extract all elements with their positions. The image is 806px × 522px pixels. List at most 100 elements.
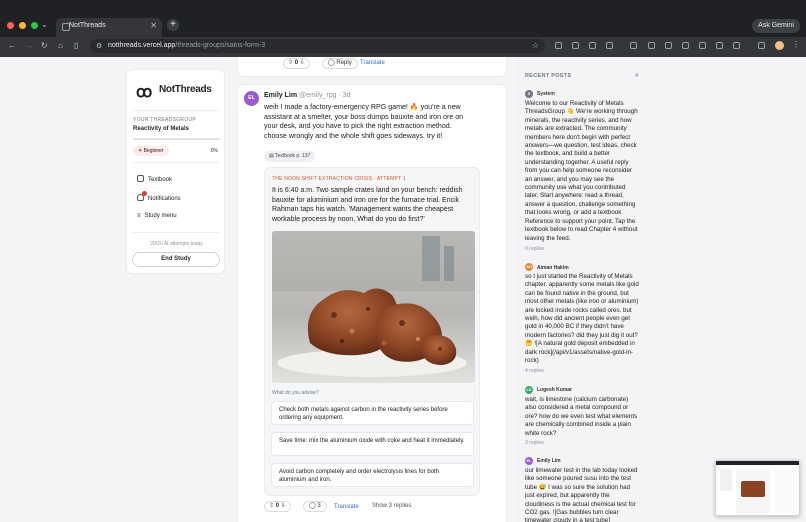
rpg-scenario-card: THE NOON SHIFT EXTRACTION CRISIS · ATTEM… [264,167,480,496]
close-window-button[interactable] [7,22,14,29]
kebab-menu-icon[interactable]: ⋮ [792,40,800,49]
recent-replies[interactable]: 3 replies [525,440,544,446]
bauxite-ore-image [272,231,475,383]
reply-label: Reply [336,60,352,66]
threadsgroup-sidebar: ꝏ NotThreads YOUR THREADSGROUP Reactivit… [126,69,225,274]
vote-count: 0 [294,60,299,66]
translate-page-icon[interactable] [682,42,689,49]
reply-count: 3 [317,503,321,509]
reply-count-button[interactable]: ◯ 3 [303,501,327,512]
vote-count: 0 [275,503,280,509]
reading-list-icon[interactable] [758,42,765,49]
logo-icon: ꝏ [136,84,153,101]
url-path: /threads-groups/sains-form-3 [175,42,266,49]
avatar[interactable]: AH [525,263,533,271]
url-host: notthreads.vercel.app [108,42,176,49]
extension-icon[interactable] [555,42,562,49]
link-icon[interactable] [630,42,637,49]
vote-control[interactable]: ⇧ 0 ⇩ [283,58,310,69]
puzzle-icon[interactable] [606,42,613,49]
divider [133,232,220,233]
post-author[interactable]: Emily Lim @emily_rpg · 3d [264,92,351,99]
show-replies-link[interactable]: Show 3 replies [372,503,411,509]
scenario-label: THE NOON SHIFT EXTRACTION CRISIS · ATTEM… [272,176,406,182]
author-name: Emily Lim [264,92,298,99]
preview-right-column [774,469,796,513]
grid-icon[interactable] [699,42,706,49]
group-name: Reactivity of Metals [133,126,190,132]
new-tab-button[interactable]: + [167,19,179,31]
reload-icon[interactable]: ↻ [41,41,48,50]
menu-icon: ≡ [137,213,141,219]
avatar[interactable]: S [525,90,533,98]
tab-close-icon[interactable]: ✕ [150,21,157,30]
sidebar-item-label: Notifications [148,196,181,202]
bookmarks-icon[interactable] [733,42,740,49]
post-body: weih I made a factory-emergency RPG game… [264,103,464,140]
scenario-option[interactable]: Check both metals against carbon in the … [271,401,474,425]
scenario-text: It is 6:40 a.m. Two sample crates land o… [272,187,463,223]
preview-image [741,481,765,497]
scenario-option[interactable]: Save time: mix the aluminium oxide with … [271,432,474,456]
profile-avatar[interactable] [775,41,784,50]
previous-post-footer: ⇧ 0 ⇩ ◯ Reply Translate [237,57,507,77]
progress-track [133,138,220,140]
avatar[interactable]: EL [525,457,533,465]
logo-text: NotThreads [159,84,212,95]
back-icon[interactable]: ← [8,41,16,50]
sidebar-item-label: Study menu [144,213,177,219]
copy-icon[interactable] [589,42,596,49]
advise-label: What do you advise? [272,390,319,396]
textbook-reference-chip[interactable]: ▤ Textbook p. 137 [264,151,316,162]
ask-gemini-button[interactable]: Ask Gemini [752,19,800,33]
minimize-window-button[interactable] [19,22,26,29]
divider [133,162,220,163]
level-label: Beginner [143,148,164,154]
forward-icon[interactable]: → [25,41,33,50]
end-study-button[interactable]: End Study [132,252,220,267]
recent-author[interactable]: Logesh Kumar [537,387,572,393]
reply-button[interactable]: ◯ Reply [322,58,358,69]
divider [133,110,220,111]
recent-post-text[interactable]: wait, is limestone (calcium carbonate) a… [525,396,639,438]
recent-author[interactable]: System [537,91,555,97]
book-icon [137,175,144,182]
sidebar-item-textbook[interactable]: Textbook [137,175,172,183]
maximize-window-button[interactable] [31,22,38,29]
textbook-ref-label: Textbook p. 137 [275,153,311,159]
translate-link[interactable]: Translate [360,60,385,66]
recent-author[interactable]: Emily Lim [537,458,561,464]
recent-author[interactable]: Aiman Hakim [537,265,569,271]
post-time: 3d [342,92,351,99]
sidebar-item-study-menu[interactable]: ≡ Study menu [137,213,177,219]
camera-icon[interactable] [572,42,579,49]
tab-preview-thumbnail[interactable] [715,460,800,516]
bookmark-star-icon[interactable]: ☆ [532,41,539,50]
browser-tab[interactable]: NotThreads ✕ [56,18,162,37]
column-divider [518,57,519,522]
avatar[interactable]: EL [244,91,259,106]
sidebar-toggle-icon[interactable]: ▯ [74,41,78,50]
recent-replies[interactable]: 0 replies [525,246,544,252]
recent-replies[interactable]: 4 replies [525,368,544,374]
recent-posts-count: 4 [635,73,639,79]
sidebar-item-label: Textbook [148,177,173,183]
recent-post-text[interactable]: so I just started the Reactivity of Meta… [525,273,639,365]
tab-search-icon[interactable]: ⌄ [41,20,48,29]
recent-post-text[interactable]: our limewater test in the lab today look… [525,467,639,522]
cast-icon[interactable] [716,42,723,49]
ore-photo [272,231,475,383]
download-icon[interactable] [648,42,655,49]
omnibox[interactable]: ⚙ notthreads.vercel.app/threads-groups/s… [90,39,545,53]
site-info-icon[interactable]: ⚙ [96,42,102,50]
avatar[interactable]: LK [525,386,533,394]
level-percent: 0% [210,148,218,154]
scenario-option[interactable]: Avoid carbon completely and order electr… [271,463,474,487]
notification-badge [142,191,147,196]
preview-sidebar [720,469,732,491]
vote-control[interactable]: ⇧ 0 ⇩ [264,501,291,512]
translate-link[interactable]: Translate [334,504,359,510]
recent-post-text[interactable]: Welcome to our Reactivity of Metals Thre… [525,100,639,243]
home-icon[interactable]: ⌂ [58,41,63,50]
incognito-icon[interactable] [665,42,672,49]
